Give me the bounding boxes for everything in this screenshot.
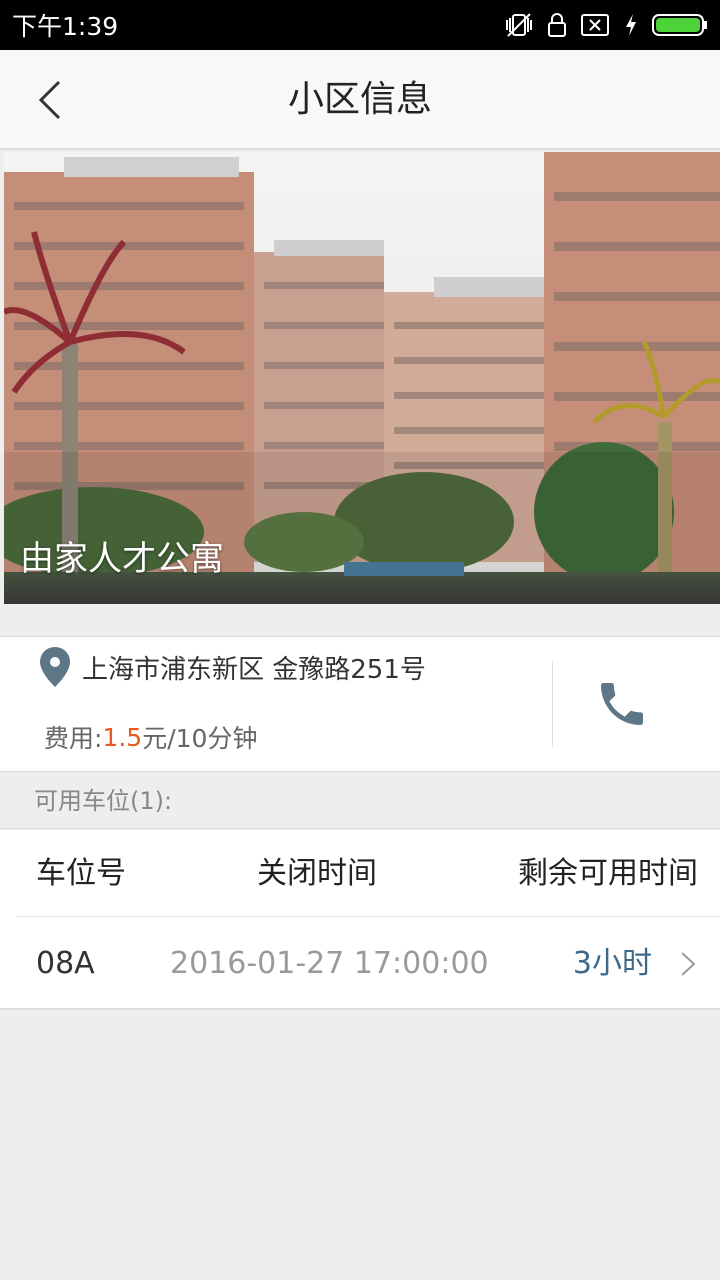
battery-icon — [652, 13, 708, 37]
column-header-space-id: 车位号 — [36, 856, 126, 891]
phone-icon — [601, 683, 643, 725]
status-bar: 下午1:39 — [0, 0, 720, 50]
status-icons — [504, 12, 708, 38]
status-time: 下午1:39 — [12, 12, 119, 41]
available-header: 可用车位(1): — [0, 773, 720, 829]
vibrate-off-icon — [504, 12, 534, 38]
header: 小区信息 — [0, 50, 720, 150]
chevron-right-icon — [681, 952, 696, 976]
table-header: 车位号 关闭时间 剩余可用时间 — [16, 830, 720, 917]
available-label: 可用车位(1): — [34, 787, 173, 815]
fee-label: 费用: — [44, 724, 103, 753]
fee-row: 费用: 1.5 元/10分钟 — [44, 717, 257, 757]
fee-unit: 元/10分钟 — [142, 724, 258, 753]
address-row: 上海市浦东新区 金豫路251号 — [38, 645, 426, 689]
location-pin-icon — [40, 647, 70, 687]
column-header-close-time: 关闭时间 — [257, 856, 377, 891]
community-name: 由家人才公寓 — [20, 539, 224, 579]
fee-value: 1.5 — [102, 722, 143, 752]
parking-table: 车位号 关闭时间 剩余可用时间 08A 2016-01-27 17:00:00 … — [0, 830, 720, 1010]
address-text: 上海市浦东新区 金豫路251号 — [82, 654, 426, 685]
page-title: 小区信息 — [287, 79, 432, 120]
space-id: 08A — [36, 946, 95, 981]
call-button[interactable] — [584, 664, 660, 744]
column-header-remaining: 剩余可用时间 — [518, 856, 698, 891]
remaining-time: 3小时 — [572, 946, 652, 981]
close-time: 2016-01-27 17:00:00 — [170, 946, 489, 981]
sim-x-icon — [580, 13, 610, 37]
community-photo: 由家人才公寓 — [4, 152, 720, 604]
charging-icon — [624, 13, 638, 37]
table-row[interactable]: 08A 2016-01-27 17:00:00 3小时 — [16, 918, 720, 1010]
card-divider — [552, 661, 553, 747]
lock-icon — [548, 12, 566, 38]
